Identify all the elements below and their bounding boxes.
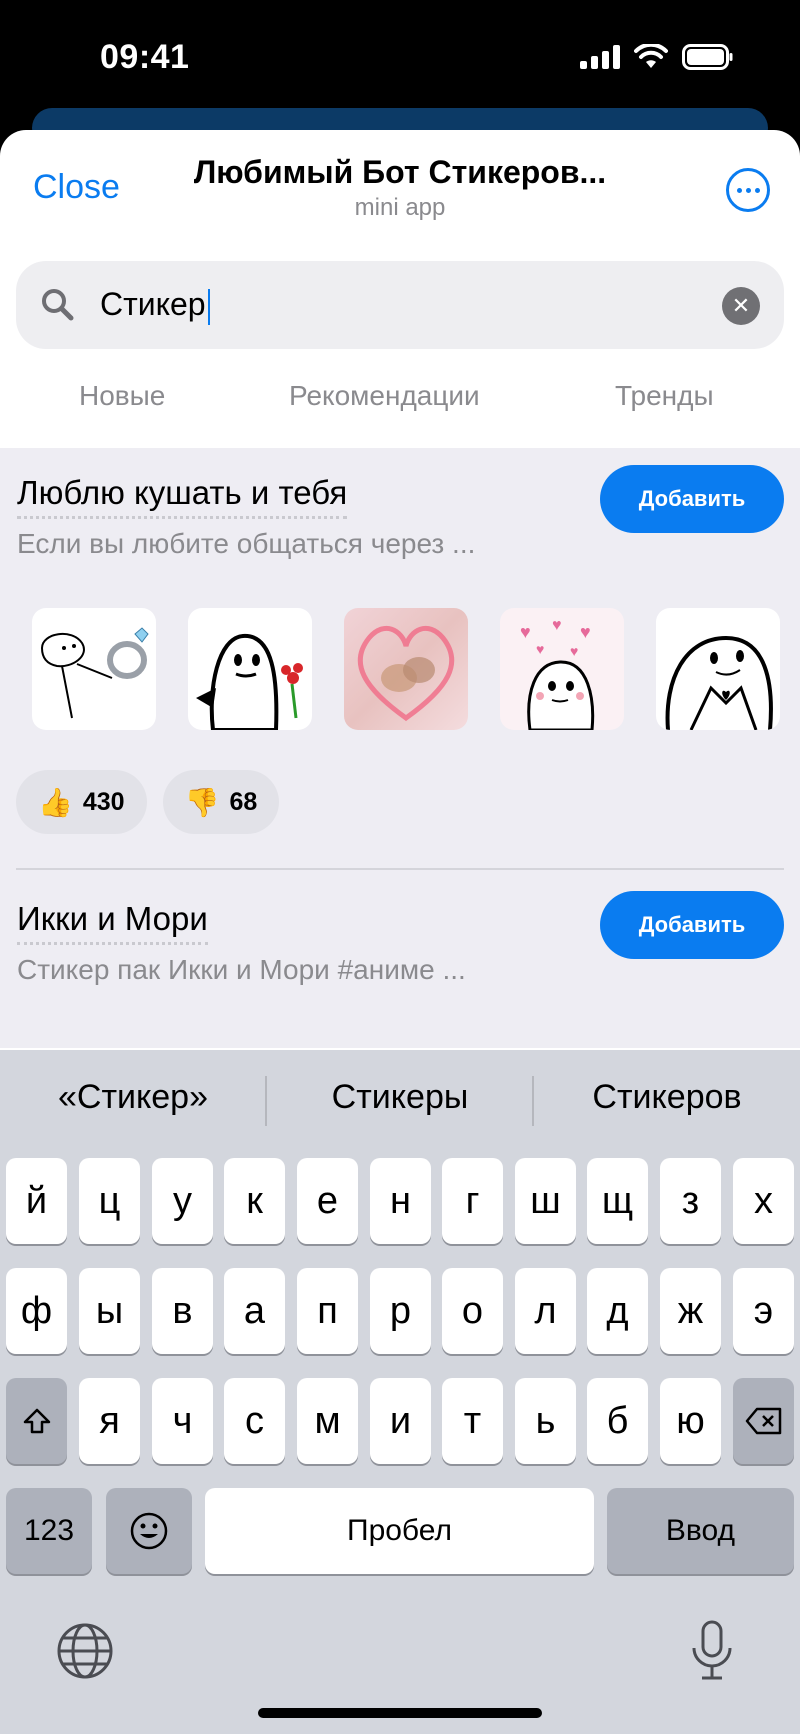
- key[interactable]: и: [370, 1378, 431, 1464]
- key[interactable]: м: [297, 1378, 358, 1464]
- add-pack-button[interactable]: Добавить: [600, 465, 784, 533]
- thumbs-down-icon: 👎: [184, 786, 220, 818]
- key[interactable]: я: [79, 1378, 140, 1464]
- keyboard: «Стикер» Стикеры Стикеров й ц у к е н г …: [0, 1050, 800, 1734]
- svg-text:♥: ♥: [570, 643, 578, 659]
- sticker-preview-row: ♥ ♥ ♥ ♥ ♥: [32, 608, 780, 730]
- shift-icon: [23, 1408, 50, 1434]
- sticker-kittens-heart[interactable]: [344, 608, 468, 730]
- suggestion-item[interactable]: Стикеров: [534, 1078, 800, 1117]
- svg-text:♥: ♥: [552, 617, 562, 634]
- sticker-pack-list: Люблю кушать и тебя Если вы любите общат…: [0, 448, 800, 1048]
- key[interactable]: о: [442, 1268, 503, 1354]
- key[interactable]: ы: [79, 1268, 140, 1354]
- dislike-count: 68: [229, 787, 258, 816]
- key[interactable]: с: [224, 1378, 285, 1464]
- app-title: Любимый Бот Стикеров...: [193, 154, 607, 190]
- sticker-heart-hands[interactable]: [656, 608, 780, 730]
- key[interactable]: з: [660, 1158, 721, 1244]
- keyboard-suggestions: «Стикер» Стикеры Стикеров: [0, 1050, 800, 1150]
- key[interactable]: д: [587, 1268, 648, 1354]
- globe-icon[interactable]: [56, 1622, 114, 1685]
- status-bar: 09:41: [0, 0, 800, 118]
- pack-description: Если вы любите общаться через ...: [17, 528, 476, 559]
- return-key[interactable]: Ввод: [607, 1488, 794, 1574]
- backspace-icon: [745, 1407, 781, 1435]
- tab-new[interactable]: Новые: [79, 380, 165, 412]
- tabs: Новые Рекомендации Тренды: [0, 380, 800, 430]
- status-time: 09:41: [100, 38, 190, 76]
- numbers-key[interactable]: 123: [6, 1488, 92, 1574]
- backspace-key[interactable]: [733, 1378, 794, 1464]
- key[interactable]: в: [152, 1268, 213, 1354]
- tab-trends[interactable]: Тренды: [615, 380, 714, 412]
- key[interactable]: т: [442, 1378, 503, 1464]
- key[interactable]: б: [587, 1378, 648, 1464]
- svg-text:♥: ♥: [536, 641, 544, 657]
- microphone-icon[interactable]: [690, 1620, 734, 1687]
- key[interactable]: г: [442, 1158, 503, 1244]
- key[interactable]: й: [6, 1158, 67, 1244]
- header: Close Любимый Бот Стикеров... mini app: [0, 130, 800, 240]
- app-subtitle: mini app: [354, 194, 446, 221]
- wifi-icon: [634, 44, 668, 70]
- key[interactable]: ь: [515, 1378, 576, 1464]
- key[interactable]: ш: [515, 1158, 576, 1244]
- sticker-flower[interactable]: [188, 608, 312, 730]
- svg-text:♥: ♥: [580, 622, 591, 642]
- key[interactable]: у: [152, 1158, 213, 1244]
- battery-icon: [682, 44, 734, 70]
- search-bar[interactable]: Стикер ✕: [16, 261, 784, 349]
- dislike-button[interactable]: 👎 68: [162, 770, 280, 834]
- thumbs-up-icon: 👍: [38, 786, 73, 818]
- search-input-text: Стикер: [100, 286, 206, 322]
- suggestion-item[interactable]: Стикеры: [267, 1078, 533, 1117]
- key[interactable]: п: [297, 1268, 358, 1354]
- svg-text:♥: ♥: [520, 622, 531, 642]
- key[interactable]: л: [515, 1268, 576, 1354]
- emoji-icon: [130, 1512, 168, 1550]
- pack-title[interactable]: Люблю кушать и тебя: [17, 474, 348, 519]
- suggestion-item[interactable]: «Стикер»: [0, 1078, 266, 1117]
- search-input[interactable]: Стикер: [100, 286, 210, 325]
- key[interactable]: э: [733, 1268, 794, 1354]
- sticker-hearts[interactable]: ♥ ♥ ♥ ♥ ♥: [500, 608, 624, 730]
- key[interactable]: х: [733, 1158, 794, 1244]
- tab-recommendations[interactable]: Рекомендации: [289, 380, 480, 412]
- key[interactable]: ф: [6, 1268, 67, 1354]
- like-count: 430: [82, 787, 125, 816]
- add-pack-button[interactable]: Добавить: [600, 891, 784, 959]
- divider: [16, 868, 784, 870]
- like-button[interactable]: 👍 430: [16, 770, 147, 834]
- key[interactable]: ц: [79, 1158, 140, 1244]
- text-caret: [207, 288, 210, 325]
- sticker-ring[interactable]: [32, 608, 156, 730]
- reactions: 👍 430 👎 68: [16, 770, 280, 834]
- shift-key[interactable]: [6, 1378, 67, 1464]
- search-icon: [40, 287, 76, 328]
- key[interactable]: ч: [152, 1378, 213, 1464]
- clear-search-icon[interactable]: ✕: [722, 287, 760, 325]
- key[interactable]: а: [224, 1268, 285, 1354]
- key[interactable]: ж: [660, 1268, 721, 1354]
- key[interactable]: н: [370, 1158, 431, 1244]
- key[interactable]: р: [370, 1268, 431, 1354]
- pack-description: Стикер пак Икки и Мори #аниме ...: [17, 954, 466, 985]
- status-icons: [580, 44, 734, 70]
- emoji-key[interactable]: [106, 1488, 192, 1574]
- home-indicator: [258, 1708, 542, 1718]
- key[interactable]: щ: [587, 1158, 648, 1244]
- cellular-signal-icon: [580, 45, 620, 69]
- space-key[interactable]: Пробел: [205, 1488, 594, 1574]
- more-options-icon[interactable]: [726, 168, 770, 212]
- key[interactable]: ю: [660, 1378, 721, 1464]
- key[interactable]: е: [297, 1158, 358, 1244]
- pack-title[interactable]: Икки и Мори: [17, 900, 208, 945]
- key[interactable]: к: [224, 1158, 285, 1244]
